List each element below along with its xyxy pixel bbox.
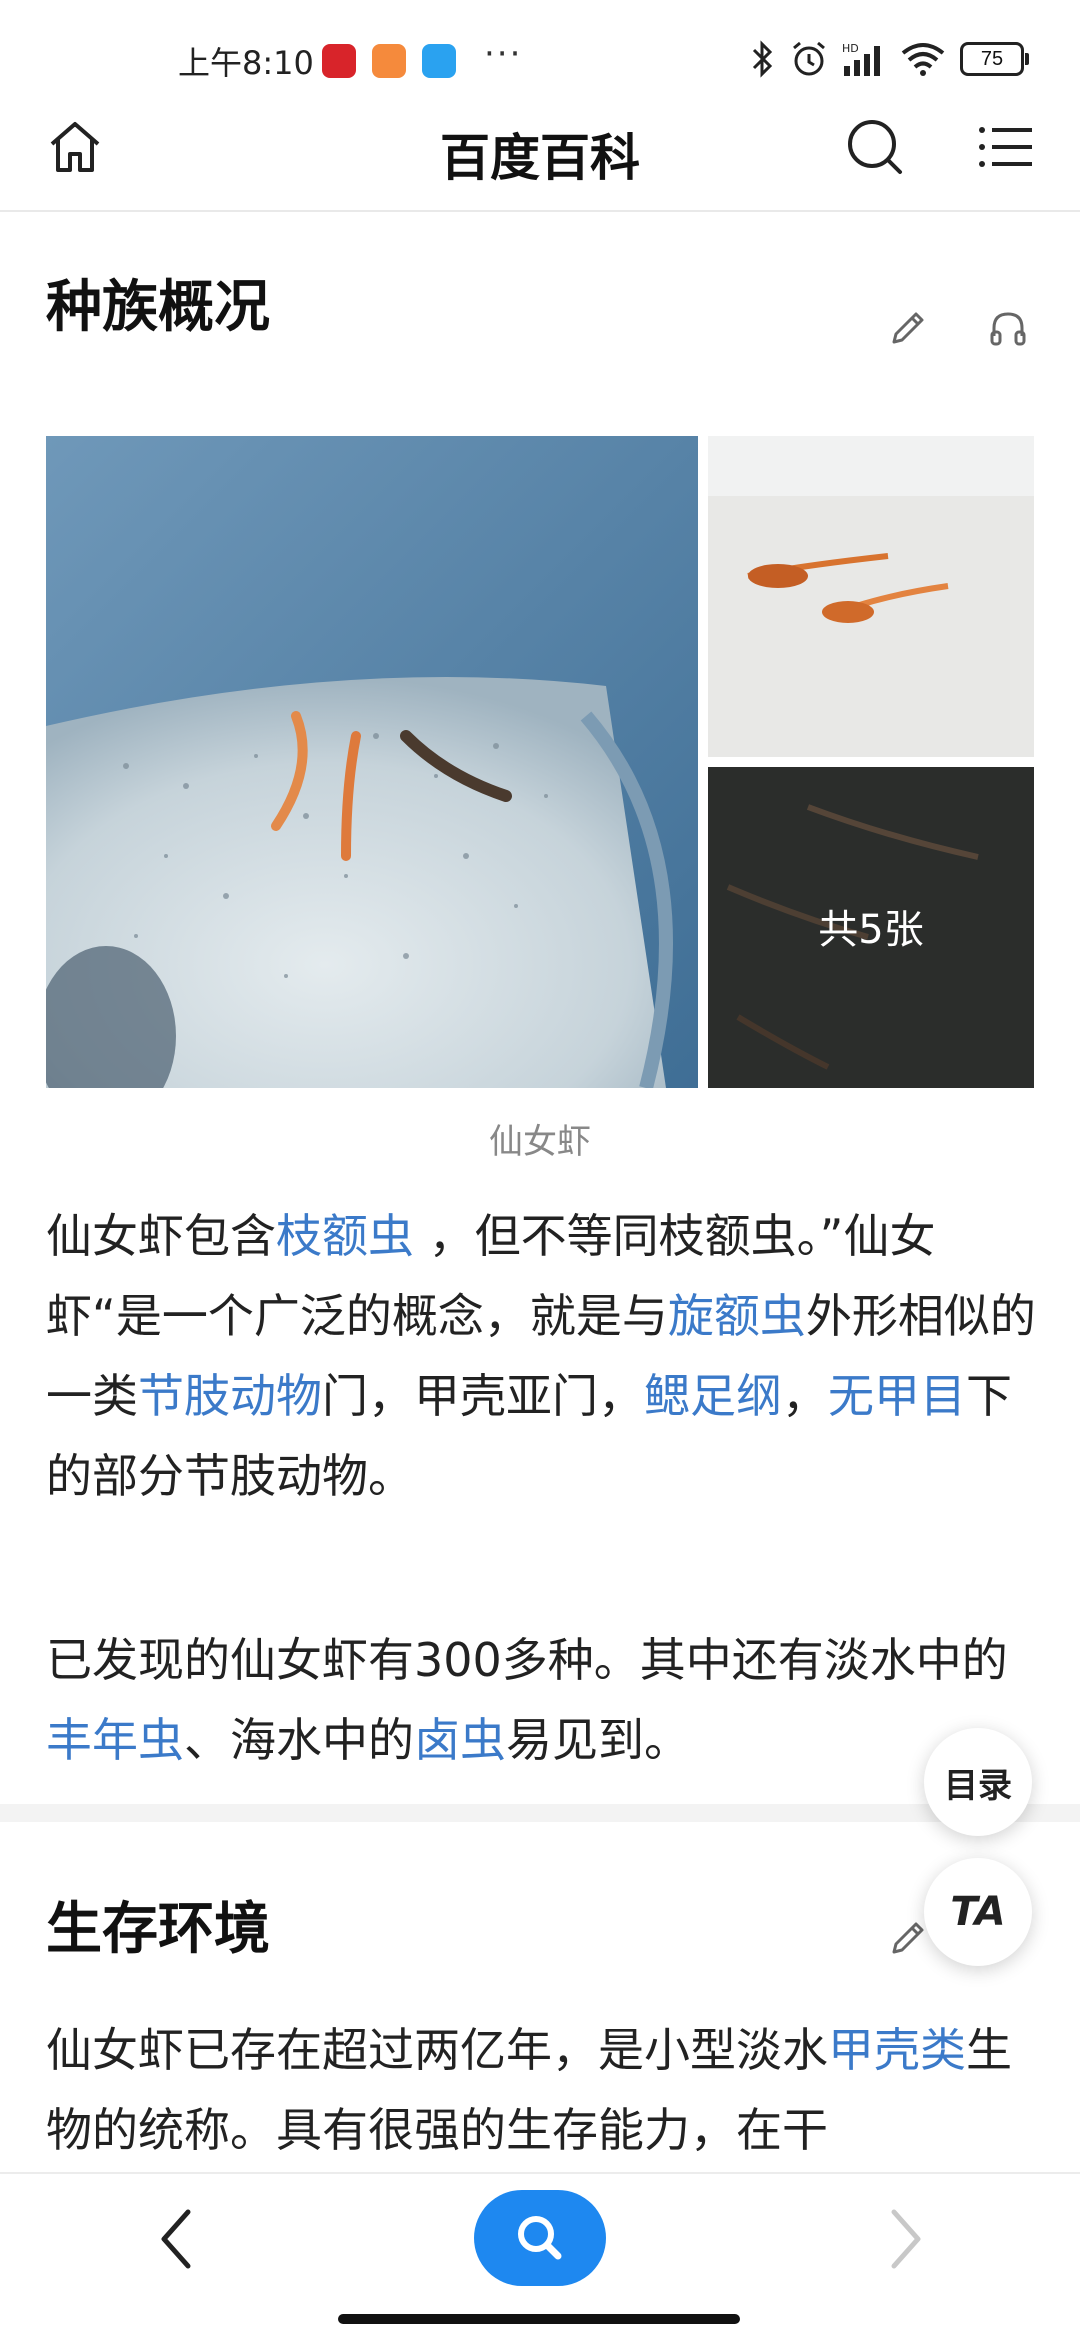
page-title: 百度百科 bbox=[440, 129, 640, 187]
status-bar: 上午8:10 ··· HD 75 bbox=[0, 0, 1080, 90]
bluetooth-icon bbox=[752, 40, 773, 78]
gallery-thumbnail-image[interactable] bbox=[708, 436, 1034, 757]
text: 仙女虾已存在超过两亿年，是小型淡水 bbox=[46, 2023, 828, 2077]
image-count-label: 共5张 bbox=[818, 907, 924, 953]
text: 、海水中的 bbox=[184, 1713, 414, 1767]
status-time: 上午8:10 bbox=[178, 44, 314, 82]
wifi-icon bbox=[901, 43, 945, 76]
bottom-nav-bar bbox=[0, 2172, 1080, 2342]
gallery-more-images[interactable]: 共5张 bbox=[708, 767, 1034, 1088]
link[interactable]: 卤虫 bbox=[414, 1713, 506, 1767]
edit-icon[interactable] bbox=[888, 1918, 928, 1962]
forward-icon[interactable] bbox=[876, 2204, 932, 2278]
text: 门，甲壳亚门， bbox=[322, 1369, 644, 1423]
svg-text:HD: HD bbox=[842, 42, 859, 55]
listen-icon[interactable] bbox=[988, 308, 1028, 352]
search-icon[interactable] bbox=[844, 116, 906, 182]
home-indicator bbox=[338, 2314, 740, 2324]
text: 易见到。 bbox=[506, 1713, 690, 1767]
gallery-caption: 仙女虾 bbox=[489, 1122, 591, 1162]
text: 仙女虾包含 bbox=[46, 1209, 276, 1263]
app-notification-icon bbox=[422, 44, 456, 78]
link[interactable]: 枝额虫 bbox=[276, 1209, 414, 1263]
section-divider bbox=[0, 1804, 1080, 1822]
link[interactable]: 丰年虫 bbox=[46, 1713, 184, 1767]
image-gallery[interactable]: 共5张 bbox=[46, 436, 1034, 1088]
app-notification-icon bbox=[372, 44, 406, 78]
signal-icon: HD bbox=[842, 42, 880, 76]
gallery-main-image[interactable] bbox=[46, 436, 698, 1088]
section-title: 种族概况 bbox=[46, 275, 270, 340]
edit-icon[interactable] bbox=[888, 308, 928, 352]
link[interactable]: 节肢动物 bbox=[138, 1369, 322, 1423]
paragraph: 仙女虾包含枝额虫 ，但不等同枝额虫。”仙女虾“是一个广泛的概念，就是与旋额虫外形… bbox=[46, 1196, 1036, 1516]
app-header: 百度百科 bbox=[0, 90, 1080, 212]
app-notification-icon bbox=[322, 44, 356, 78]
link[interactable]: 旋额虫 bbox=[668, 1289, 806, 1343]
menu-icon[interactable] bbox=[976, 116, 1038, 182]
text: ， bbox=[782, 1369, 828, 1423]
back-icon[interactable] bbox=[150, 2204, 206, 2278]
alarm-icon bbox=[793, 41, 825, 76]
battery-indicator: 75 bbox=[960, 42, 1029, 76]
paragraph: 已发现的仙女虾有300多种。其中还有淡水中的丰年虫、海水中的卤虫易见到。 bbox=[46, 1620, 1036, 1780]
status-icons: HD 75 bbox=[750, 40, 1029, 78]
ta-button[interactable]: TA bbox=[924, 1858, 1032, 1966]
text: 已发现的仙女虾有300多种。其中还有淡水中的 bbox=[46, 1633, 1008, 1687]
paragraph: 仙女虾已存在超过两亿年，是小型淡水甲壳类生物的统称。具有很强的生存能力，在干 bbox=[46, 2010, 1036, 2170]
section-title: 生存环境 bbox=[46, 1897, 270, 1962]
article-content: 种族概况 共5张 仙女虾 仙女虾包含枝额虫 ，但不等同枝额虫。”仙女虾“是一个广… bbox=[0, 212, 1080, 2172]
search-button[interactable] bbox=[474, 2190, 606, 2286]
link[interactable]: 鳃足纲 bbox=[644, 1369, 782, 1423]
toc-button[interactable]: 目录 bbox=[924, 1728, 1032, 1836]
search-icon bbox=[518, 2216, 562, 2260]
link[interactable]: 无甲目 bbox=[828, 1369, 966, 1423]
more-notifications-icon: ··· bbox=[484, 34, 523, 74]
link[interactable]: 甲壳类 bbox=[828, 2023, 966, 2077]
